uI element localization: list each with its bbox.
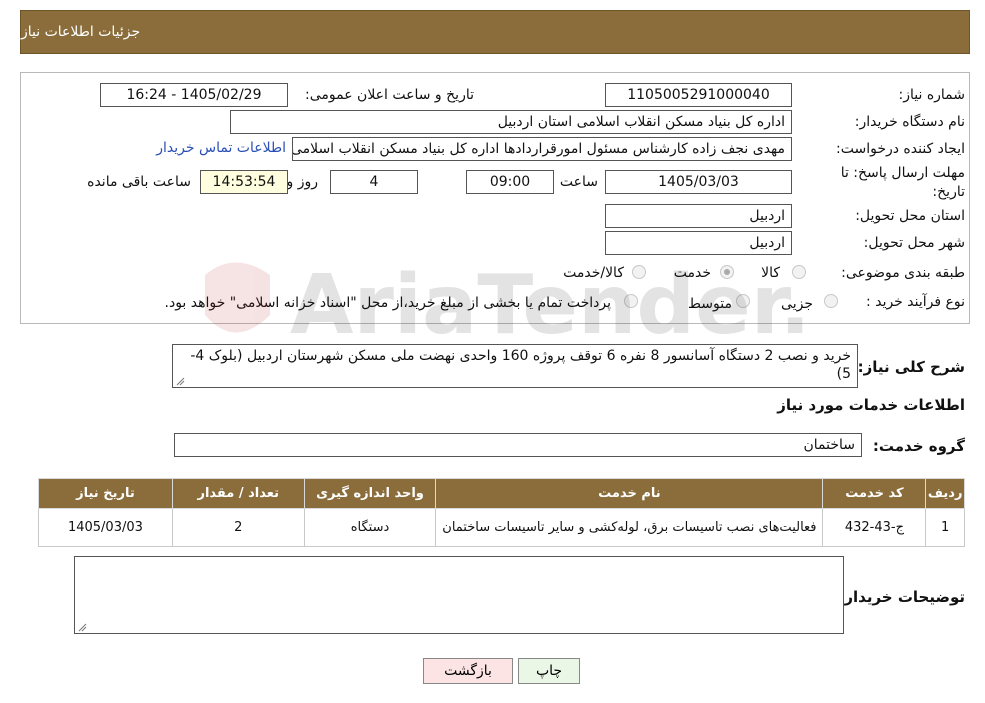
process-radio-medium[interactable]: [736, 294, 750, 308]
buyer-contact-link[interactable]: اطلاعات تماس خریدار: [156, 140, 286, 156]
summary-textarea[interactable]: خرید و نصب 2 دستگاه آسانسور 8 نفره 6 توق…: [172, 344, 858, 388]
process-radio-minor[interactable]: [824, 294, 838, 308]
buyer-notes-label: توضیحات خریدار:: [838, 588, 965, 606]
deadline-time-label: ساعت: [559, 174, 598, 190]
category-label: طبقه بندی موضوعی:: [841, 265, 965, 281]
resize-grip-icon[interactable]: [77, 622, 87, 632]
col-service-code: کد خدمت: [822, 478, 927, 509]
city-field: اردبیل: [605, 231, 792, 255]
buyer-org-label: نام دستگاه خریدار:: [854, 114, 965, 130]
cell-quantity: 2: [171, 508, 305, 547]
deadline-date-field: 1405/03/03: [605, 170, 792, 194]
category-goods-service-label: کالا/خدمت: [563, 265, 624, 281]
cell-row: 1: [925, 508, 965, 547]
category-goods-label: کالا: [761, 265, 780, 281]
services-table: ردیف کد خدمت نام خدمت واحد اندازه گیری ت…: [38, 478, 965, 547]
buyer-org-field: اداره کل بنیاد مسکن انقلاب اسلامی استان …: [230, 110, 792, 134]
col-quantity: تعداد / مقدار: [171, 478, 305, 509]
announce-label: تاریخ و ساعت اعلان عمومی:: [305, 87, 474, 103]
announce-datetime-field: 1405/02/29 - 16:24: [100, 83, 288, 107]
deadline-label: مهلت ارسال پاسخ: تا تاریخ:: [840, 165, 965, 200]
creator-field: مهدی نجف زاده کارشناس مسئول امورقرارداده…: [292, 137, 792, 161]
table-row: 1 ج-43-432 فعالیت‌های نصب تاسیسات برق، ل…: [38, 508, 965, 547]
resize-grip-icon[interactable]: [175, 376, 185, 386]
category-service-label: خدمت: [673, 265, 711, 281]
process-radio-treasury[interactable]: [624, 294, 638, 308]
city-label: شهر محل تحویل:: [863, 235, 965, 251]
province-label: استان محل تحویل:: [855, 208, 965, 224]
process-note: پرداخت تمام یا بخشی از مبلغ خرید،از محل …: [164, 295, 611, 311]
cell-need-date: 1405/03/03: [38, 508, 173, 547]
summary-label: شرح کلی نیاز:: [857, 358, 965, 376]
deadline-time-field: 09:00: [466, 170, 554, 194]
days-label: روز و: [286, 174, 319, 190]
process-medium-label: متوسط: [688, 296, 732, 312]
need-number-field: 1105005291000040: [605, 83, 792, 107]
page-header-title: جزئیات اطلاعات نیاز: [21, 24, 141, 40]
services-section-title: اطلاعات خدمات مورد نیاز: [777, 396, 965, 414]
cell-service-name: فعالیت‌های نصب تاسیسات برق، لوله‌کشی و س…: [435, 508, 824, 547]
services-table-header: ردیف کد خدمت نام خدمت واحد اندازه گیری ت…: [38, 478, 965, 509]
process-label: نوع فرآیند خرید :: [866, 294, 965, 310]
print-button[interactable]: چاپ: [518, 658, 580, 684]
remaining-time-field: 14:53:54: [200, 170, 288, 194]
service-group-field: ساختمان: [174, 433, 862, 457]
back-button[interactable]: بازگشت: [423, 658, 513, 684]
process-minor-label: جزیی: [781, 296, 813, 312]
province-field: اردبیل: [605, 204, 792, 228]
cell-service-code: ج-43-432: [822, 508, 927, 547]
need-number-label: شماره نیاز:: [898, 87, 966, 103]
days-field: 4: [330, 170, 418, 194]
col-service-name: نام خدمت: [435, 478, 824, 509]
summary-text: خرید و نصب 2 دستگاه آسانسور 8 نفره 6 توق…: [190, 348, 851, 382]
col-unit: واحد اندازه گیری: [303, 478, 437, 509]
category-radio-goods-service[interactable]: [632, 265, 646, 279]
cell-unit: دستگاه: [303, 508, 437, 547]
category-radio-goods[interactable]: [792, 265, 806, 279]
service-group-label: گروه خدمت:: [872, 437, 965, 455]
remaining-label: ساعت باقی مانده: [87, 174, 191, 190]
creator-label: ایجاد کننده درخواست:: [836, 141, 965, 157]
page-header: جزئیات اطلاعات نیاز: [20, 10, 970, 54]
category-radio-service[interactable]: [720, 265, 734, 279]
col-row: ردیف: [925, 478, 965, 509]
buyer-notes-textarea[interactable]: [74, 556, 844, 634]
col-need-date: تاریخ نیاز: [38, 478, 173, 509]
